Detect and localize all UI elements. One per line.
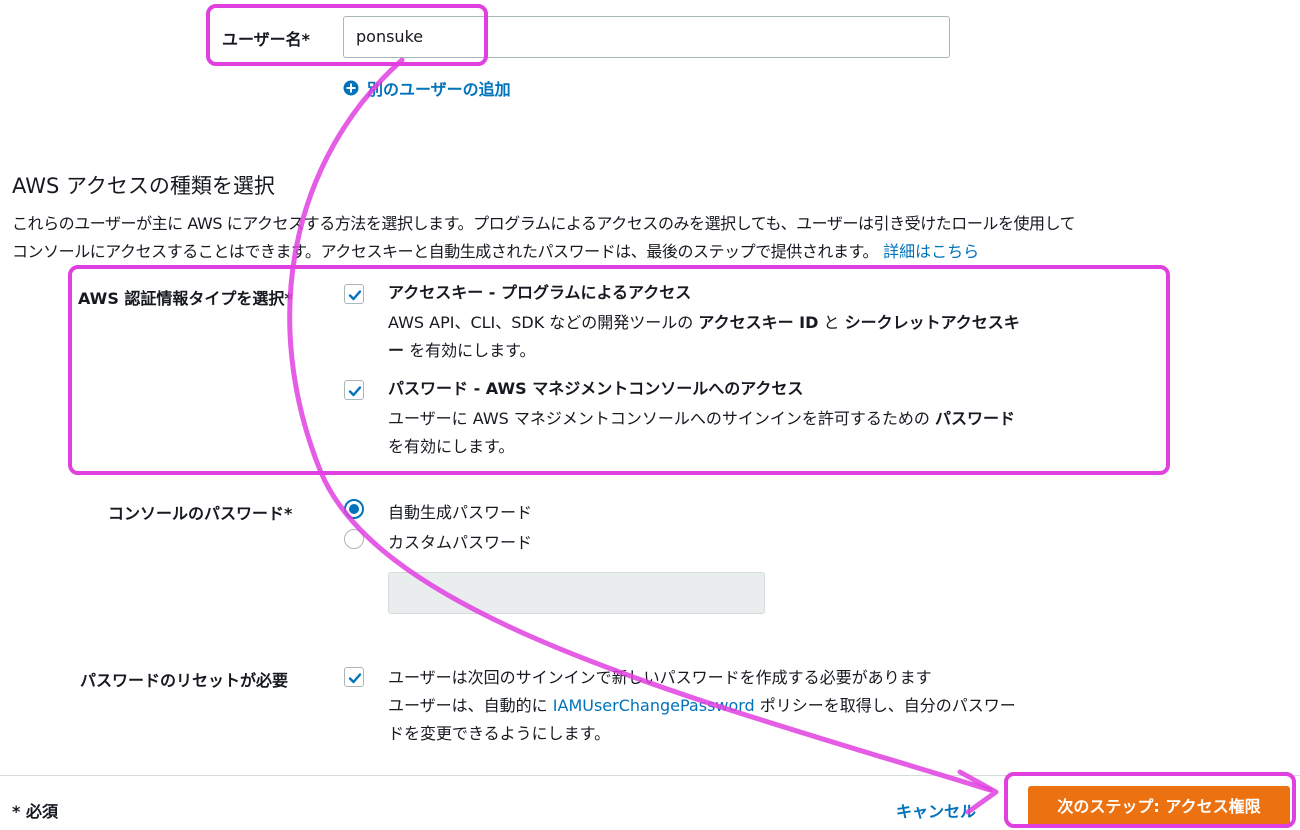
footer-divider xyxy=(0,775,1300,776)
access-key-desc-bold-end: ー xyxy=(388,341,405,360)
checkmark-icon xyxy=(348,386,362,397)
access-key-desc-enable: を有効にします。 xyxy=(404,341,536,360)
credential-type-label: AWS 認証情報タイプを選択* xyxy=(78,289,293,308)
add-user-link[interactable]: 別のユーザーの追加 xyxy=(343,77,511,99)
password-reset-line-3: ドを変更できるようにします。 xyxy=(388,724,611,743)
password-reset-label: パスワードのリセットが必要 xyxy=(80,671,289,690)
username-label: ユーザー名* xyxy=(222,30,311,49)
custom-password-input xyxy=(388,572,765,614)
access-key-desc-bold-secret: シークレットアクセスキ xyxy=(844,313,1020,332)
access-section-title: AWS アクセスの種類を選択 xyxy=(12,174,275,198)
access-section-description: これらのユーザーが主に AWS にアクセスする方法を選択します。プログラムによる… xyxy=(12,210,1300,266)
checkmark-icon xyxy=(348,673,362,684)
access-key-description: AWS API、CLI、SDK などの開発ツールの アクセスキー ID と シー… xyxy=(388,309,1148,365)
password-checkbox[interactable] xyxy=(344,380,364,400)
password-option-title: パスワード - AWS マネジメントコンソールへのアクセス xyxy=(388,379,804,398)
password-option: パスワード - AWS マネジメントコンソールへのアクセス ユーザーに AWS … xyxy=(388,377,1148,461)
console-password-label: コンソールのパスワード* xyxy=(108,504,293,523)
custom-password-radio[interactable] xyxy=(344,529,364,549)
access-key-desc-and: と xyxy=(818,313,845,332)
auto-password-radio[interactable] xyxy=(344,499,364,519)
password-reset-text: ユーザーは次回のサインインで新しいパスワードを作成する必要があります ユーザーは… xyxy=(388,664,1148,748)
next-step-button[interactable]: 次のステップ: アクセス権限 xyxy=(1028,786,1290,828)
password-reset-line-2b: ポリシーを取得し、自分のパスワー xyxy=(754,696,1016,715)
password-desc-bold: パスワード xyxy=(935,409,1016,428)
access-key-desc-bold-id: アクセスキー ID xyxy=(698,313,819,332)
password-option-description: ユーザーに AWS マネジメントコンソールへのサインインを許可するための パスワ… xyxy=(388,405,1148,461)
access-key-option: アクセスキー - プログラムによるアクセス AWS API、CLI、SDK など… xyxy=(388,281,1148,365)
password-reset-line-2a: ユーザーは、自動的に xyxy=(388,696,553,715)
add-user-link-label: 別のユーザーの追加 xyxy=(367,80,511,99)
password-reset-checkbox[interactable] xyxy=(344,667,364,687)
username-input[interactable]: ponsuke xyxy=(343,16,950,58)
iam-policy-link[interactable]: IAMUserChangePassword xyxy=(553,696,755,715)
password-desc-enable: を有効にします。 xyxy=(388,437,515,456)
custom-password-label: カスタムパスワード xyxy=(388,533,533,552)
description-line-1: これらのユーザーが主に AWS にアクセスする方法を選択します。プログラムによる… xyxy=(12,214,1076,233)
cancel-button[interactable]: キャンセル xyxy=(896,798,976,822)
checkmark-icon xyxy=(348,290,362,301)
required-note: * 必須 xyxy=(12,802,58,821)
password-desc-text: ユーザーに AWS マネジメントコンソールへのサインインを許可するための xyxy=(388,409,935,428)
password-reset-line-1: ユーザーは次回のサインインで新しいパスワードを作成する必要があります xyxy=(388,668,932,687)
access-key-desc-text: AWS API、CLI、SDK などの開発ツールの xyxy=(388,313,699,332)
access-key-title: アクセスキー - プログラムによるアクセス xyxy=(388,283,692,302)
access-key-checkbox[interactable] xyxy=(344,284,364,304)
details-link[interactable]: 詳細はこちら xyxy=(883,242,979,261)
description-line-2: コンソールにアクセスすることはできます。アクセスキーと自動生成されたパスワードは… xyxy=(12,242,879,261)
auto-password-label: 自動生成パスワード xyxy=(388,503,533,522)
plus-circle-icon xyxy=(343,80,359,96)
